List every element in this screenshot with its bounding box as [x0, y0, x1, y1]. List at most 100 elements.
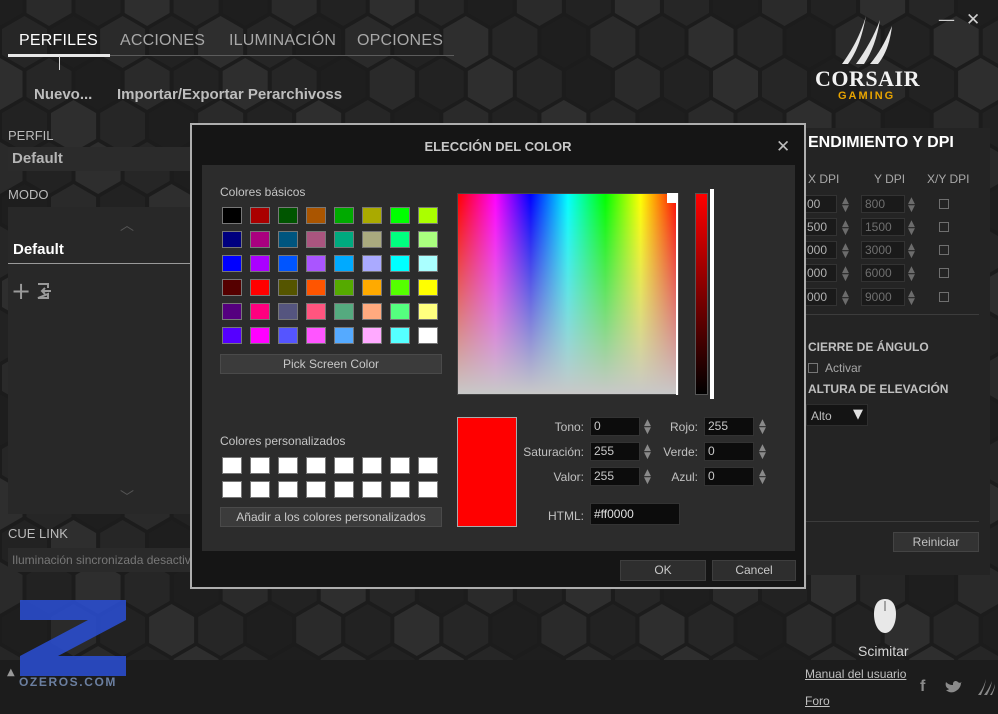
- basic-color-swatch[interactable]: [362, 279, 382, 296]
- basic-color-swatch[interactable]: [390, 255, 410, 272]
- basic-color-swatch[interactable]: [334, 255, 354, 272]
- basic-color-swatch[interactable]: [390, 327, 410, 344]
- mouse-device-icon[interactable]: [872, 598, 898, 634]
- basic-color-swatch[interactable]: [306, 327, 326, 344]
- cancel-button[interactable]: Cancel: [712, 560, 796, 581]
- lift-height-select[interactable]: Alto ▼: [806, 404, 868, 426]
- reset-button[interactable]: Reiniciar: [893, 532, 979, 552]
- basic-color-swatch[interactable]: [362, 255, 382, 272]
- dialog-close-icon[interactable]: ✕: [776, 137, 790, 157]
- basic-color-swatch[interactable]: [306, 231, 326, 248]
- basic-color-swatch[interactable]: [390, 279, 410, 296]
- custom-color-swatch[interactable]: [334, 457, 354, 474]
- green-spinner[interactable]: ▲ ▼: [759, 444, 766, 461]
- y-dpi-input[interactable]: 9000: [861, 288, 905, 306]
- value-spinner[interactable]: ▲ ▼: [644, 469, 651, 486]
- close-window-button[interactable]: ✕: [966, 10, 980, 30]
- hue-input[interactable]: 0: [590, 417, 640, 436]
- basic-color-swatch[interactable]: [222, 231, 242, 248]
- hue-spinner[interactable]: ▲ ▼: [644, 419, 651, 436]
- custom-color-swatch[interactable]: [306, 481, 326, 498]
- x-dpi-input[interactable]: 00: [803, 195, 837, 213]
- html-color-input[interactable]: #ff0000: [590, 503, 680, 525]
- tab-iluminacion[interactable]: ILUMINACIÓN: [229, 32, 336, 50]
- basic-color-swatch[interactable]: [222, 303, 242, 320]
- tab-acciones[interactable]: ACCIONES: [120, 32, 205, 50]
- x-dpi-spinner[interactable]: ▲ ▼: [842, 243, 849, 260]
- basic-color-swatch[interactable]: [250, 231, 270, 248]
- custom-color-swatch[interactable]: [362, 457, 382, 474]
- basic-color-swatch[interactable]: [418, 279, 438, 296]
- basic-color-swatch[interactable]: [418, 231, 438, 248]
- import-export-link[interactable]: Importar/Exportar Perarchivoss: [117, 86, 342, 103]
- x-dpi-input[interactable]: 000: [803, 241, 837, 259]
- custom-color-swatch[interactable]: [306, 457, 326, 474]
- blue-input[interactable]: 0: [704, 467, 754, 486]
- basic-color-swatch[interactable]: [418, 207, 438, 224]
- tab-opciones[interactable]: OPCIONES: [357, 32, 443, 50]
- basic-color-swatch[interactable]: [390, 207, 410, 224]
- y-dpi-spinner[interactable]: ▲ ▼: [908, 290, 915, 307]
- x-dpi-spinner[interactable]: ▲ ▼: [842, 220, 849, 237]
- basic-color-swatch[interactable]: [362, 207, 382, 224]
- user-manual-link[interactable]: Manual del usuario: [805, 667, 906, 681]
- basic-color-swatch[interactable]: [222, 207, 242, 224]
- xy-dpi-checkbox[interactable]: [939, 199, 949, 209]
- add-mode-icon[interactable]: +: [11, 279, 31, 303]
- basic-color-swatch[interactable]: [418, 327, 438, 344]
- basic-color-swatch[interactable]: [390, 231, 410, 248]
- basic-color-swatch[interactable]: [334, 303, 354, 320]
- basic-color-swatch[interactable]: [278, 303, 298, 320]
- custom-color-swatch[interactable]: [222, 481, 242, 498]
- basic-color-swatch[interactable]: [334, 279, 354, 296]
- hue-saturation-spectrum[interactable]: [457, 193, 679, 395]
- cue-link-field[interactable]: Iluminación sincronizada desactivada: [8, 548, 190, 572]
- basic-color-swatch[interactable]: [390, 303, 410, 320]
- xy-dpi-checkbox[interactable]: [939, 268, 949, 278]
- pick-screen-color-button[interactable]: Pick Screen Color: [220, 354, 442, 374]
- custom-color-swatch[interactable]: [278, 481, 298, 498]
- scroll-up-icon[interactable]: ︿: [120, 215, 134, 235]
- ok-button[interactable]: OK: [620, 560, 706, 581]
- facebook-icon[interactable]: f: [920, 678, 925, 696]
- basic-color-swatch[interactable]: [306, 255, 326, 272]
- basic-color-swatch[interactable]: [222, 279, 242, 296]
- y-dpi-spinner[interactable]: ▲ ▼: [908, 197, 915, 214]
- y-dpi-spinner[interactable]: ▲ ▼: [908, 243, 915, 260]
- custom-color-swatch[interactable]: [250, 481, 270, 498]
- xy-dpi-checkbox[interactable]: [939, 292, 949, 302]
- custom-color-swatch[interactable]: [418, 481, 438, 498]
- custom-color-swatch[interactable]: [390, 481, 410, 498]
- export-mode-icon[interactable]: [35, 282, 53, 300]
- custom-color-swatch[interactable]: [222, 457, 242, 474]
- basic-color-swatch[interactable]: [278, 231, 298, 248]
- angle-snap-checkbox[interactable]: [808, 363, 818, 373]
- custom-color-swatch[interactable]: [278, 457, 298, 474]
- mode-item-default[interactable]: Default: [13, 241, 64, 258]
- basic-color-swatch[interactable]: [278, 279, 298, 296]
- basic-color-swatch[interactable]: [334, 207, 354, 224]
- custom-color-swatch[interactable]: [250, 457, 270, 474]
- x-dpi-spinner[interactable]: ▲ ▼: [842, 197, 849, 214]
- custom-color-swatch[interactable]: [334, 481, 354, 498]
- y-dpi-spinner[interactable]: ▲ ▼: [908, 220, 915, 237]
- y-dpi-input[interactable]: 3000: [861, 241, 905, 259]
- basic-color-swatch[interactable]: [250, 255, 270, 272]
- basic-color-swatch[interactable]: [306, 303, 326, 320]
- expand-icon[interactable]: ▲: [7, 667, 15, 678]
- x-dpi-spinner[interactable]: ▲ ▼: [842, 266, 849, 283]
- saturation-spinner[interactable]: ▲ ▼: [644, 444, 651, 461]
- twitter-icon[interactable]: [945, 680, 963, 694]
- basic-color-swatch[interactable]: [278, 207, 298, 224]
- red-spinner[interactable]: ▲ ▼: [759, 419, 766, 436]
- xy-dpi-checkbox[interactable]: [939, 222, 949, 232]
- value-slider[interactable]: [695, 193, 708, 395]
- basic-color-swatch[interactable]: [418, 255, 438, 272]
- basic-color-swatch[interactable]: [250, 207, 270, 224]
- red-input[interactable]: 255: [704, 417, 754, 436]
- y-dpi-input[interactable]: 1500: [861, 218, 905, 236]
- scroll-down-icon[interactable]: ﹀: [120, 487, 134, 507]
- basic-color-swatch[interactable]: [222, 255, 242, 272]
- basic-color-swatch[interactable]: [250, 303, 270, 320]
- add-custom-color-button[interactable]: Añadir a los colores personalizados: [220, 507, 442, 527]
